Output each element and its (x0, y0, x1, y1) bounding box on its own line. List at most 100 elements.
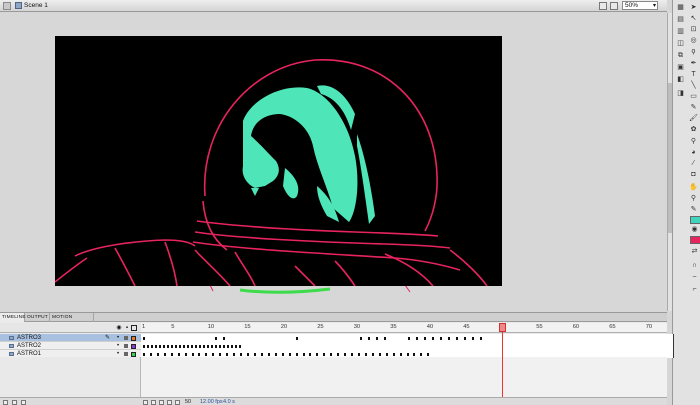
keyframe[interactable] (330, 353, 333, 356)
outline-color-icon[interactable] (131, 344, 136, 349)
keyframe[interactable] (163, 353, 166, 356)
frame-ruler[interactable]: 1510152025303540455055606570758085909510… (141, 323, 667, 333)
keyframe[interactable] (448, 337, 451, 340)
deco-tool-icon[interactable]: ✿ (689, 126, 698, 134)
keyframe[interactable] (364, 353, 367, 356)
keyframe[interactable] (167, 345, 170, 348)
straighten-icon[interactable]: ⌐ (690, 286, 699, 294)
pencil-tool-icon[interactable]: ✎ (689, 104, 698, 112)
eraser-tool-icon[interactable]: ◘ (689, 171, 698, 179)
keyframe[interactable] (223, 337, 226, 340)
time-readout[interactable]: 4.0 s (223, 399, 235, 405)
line-tool-icon[interactable]: ╲ (689, 82, 698, 90)
selection-tool-icon[interactable]: ➤ (689, 4, 698, 12)
fill-color-icon[interactable]: ◉ (690, 226, 699, 234)
keyframe[interactable] (440, 337, 443, 340)
keyframe[interactable] (207, 345, 210, 348)
keyframe[interactable] (337, 353, 340, 356)
keyframe[interactable] (233, 353, 236, 356)
lock-icon[interactable]: ▪ (124, 325, 130, 331)
components-icon[interactable]: ◨ (676, 90, 685, 98)
eyedropper-icon[interactable]: ⁄ (689, 160, 698, 168)
keyframe[interactable] (215, 345, 218, 348)
keyframe[interactable] (383, 337, 386, 340)
fps-readout[interactable]: 12.00 fps (200, 399, 223, 405)
keyframe[interactable] (219, 345, 222, 348)
keyframe[interactable] (227, 345, 230, 348)
keyframe[interactable] (375, 337, 378, 340)
edit-scene-icon[interactable] (599, 2, 607, 10)
keyframe[interactable] (155, 345, 158, 348)
keyframe[interactable] (316, 353, 319, 356)
hand-tool-icon[interactable]: ✋ (689, 184, 698, 192)
keyframe[interactable] (231, 345, 234, 348)
keyframe[interactable] (219, 353, 222, 356)
keyframe[interactable] (191, 353, 194, 356)
keyframe[interactable] (235, 345, 238, 348)
onion-skin-icon[interactable] (151, 400, 156, 405)
keyframe[interactable] (407, 337, 410, 340)
layer-astro3[interactable]: ASTRO3 ✎ • (0, 334, 141, 342)
snap-magnet-icon[interactable]: ∩ (690, 262, 699, 270)
lock-dot[interactable] (124, 352, 128, 356)
keyframe[interactable] (281, 353, 284, 356)
keyframe[interactable] (392, 353, 395, 356)
playhead-handle[interactable] (498, 323, 506, 332)
outline-color-icon[interactable] (131, 336, 136, 341)
keyframe[interactable] (156, 353, 159, 356)
visibility-dot[interactable]: • (117, 334, 119, 342)
keyframe[interactable] (371, 353, 374, 356)
keyframe[interactable] (223, 345, 226, 348)
rectangle-tool-icon[interactable]: ▭ (689, 93, 698, 101)
eye-icon[interactable]: ◉ (116, 325, 122, 331)
keyframe[interactable] (171, 345, 174, 348)
pen-tool-icon[interactable]: ✒ (689, 60, 698, 68)
keyframe[interactable] (456, 337, 459, 340)
keyframe[interactable] (205, 353, 208, 356)
keyframe[interactable] (413, 353, 416, 356)
keyframe[interactable] (260, 353, 263, 356)
keyframe[interactable] (295, 337, 298, 340)
current-frame-readout[interactable]: 50 (185, 399, 191, 405)
keyframe[interactable] (143, 337, 145, 340)
keyframe[interactable] (149, 353, 152, 356)
back-arrow-icon[interactable] (3, 2, 11, 10)
lasso-tool-icon[interactable]: ϙ (689, 48, 698, 56)
keyframe[interactable] (480, 337, 483, 340)
frames-astro2[interactable] (141, 342, 674, 350)
keyframe[interactable] (163, 345, 166, 348)
layer-astro2[interactable]: ASTRO2 • (0, 342, 141, 350)
text-tool-icon[interactable]: T (689, 71, 698, 79)
info-icon[interactable]: ◫ (676, 40, 685, 48)
keyframe[interactable] (175, 345, 178, 348)
paint-bucket-icon[interactable]: ◕ (689, 149, 698, 157)
3d-rotation-icon[interactable]: ◎ (689, 37, 698, 45)
bone-tool-icon[interactable]: ⚲ (689, 138, 698, 146)
edit-symbols-icon[interactable] (610, 2, 618, 10)
edit-multiple-frames-icon[interactable] (167, 400, 172, 405)
keyframe[interactable] (147, 345, 149, 348)
keyframe[interactable] (159, 345, 162, 348)
keyframe[interactable] (226, 353, 229, 356)
keyframe[interactable] (187, 345, 190, 348)
stage-area[interactable] (0, 13, 667, 311)
keyframe[interactable] (199, 345, 202, 348)
keyframe[interactable] (215, 337, 218, 340)
keyframe[interactable] (309, 353, 312, 356)
keyframe[interactable] (427, 353, 430, 356)
tab-motion-editor[interactable]: MOTION EDITOR (50, 313, 94, 329)
keyframe[interactable] (378, 353, 381, 356)
keyframe[interactable] (239, 345, 242, 348)
new-folder-icon[interactable] (12, 400, 17, 405)
outline-icon[interactable] (131, 325, 137, 331)
keyframe[interactable] (385, 353, 388, 356)
tab-output[interactable]: OUTPUT (25, 313, 50, 322)
playhead[interactable] (498, 323, 506, 405)
keyframe[interactable] (399, 353, 402, 356)
keyframe[interactable] (406, 353, 409, 356)
keyframe[interactable] (472, 337, 475, 340)
keyframe[interactable] (143, 345, 145, 348)
keyframe[interactable] (302, 353, 305, 356)
keyframe[interactable] (195, 345, 198, 348)
swap-colors-icon[interactable]: ⇄ (690, 248, 699, 256)
